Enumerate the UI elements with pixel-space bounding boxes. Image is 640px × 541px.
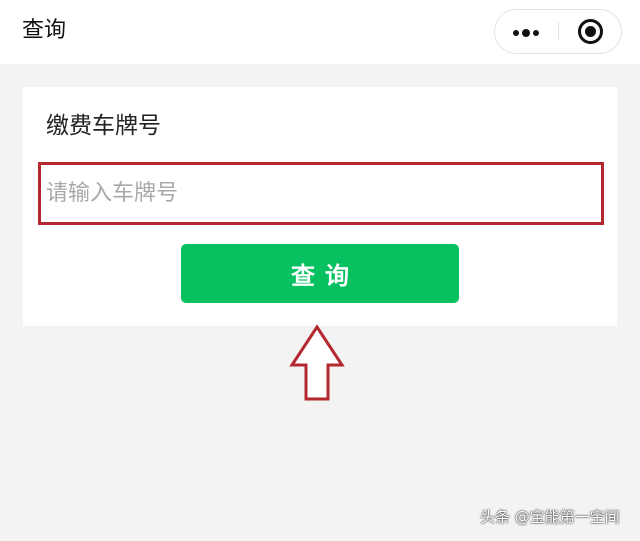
miniprogram-capsule xyxy=(494,9,622,54)
navigation-bar: 查询 xyxy=(0,0,640,64)
query-button[interactable]: 查询 xyxy=(181,244,459,303)
watermark: 头条 @宝能第一空间 xyxy=(480,508,620,526)
up-arrow-icon xyxy=(289,324,345,401)
record-circle-icon[interactable] xyxy=(559,10,621,53)
plate-input-highlight xyxy=(38,162,604,225)
page-title: 查询 xyxy=(22,18,67,43)
plate-query-card: 缴费车牌号 查询 xyxy=(23,87,617,326)
more-dots-icon[interactable] xyxy=(495,10,558,53)
plate-number-input[interactable] xyxy=(46,173,586,213)
plate-number-label: 缴费车牌号 xyxy=(46,113,161,139)
